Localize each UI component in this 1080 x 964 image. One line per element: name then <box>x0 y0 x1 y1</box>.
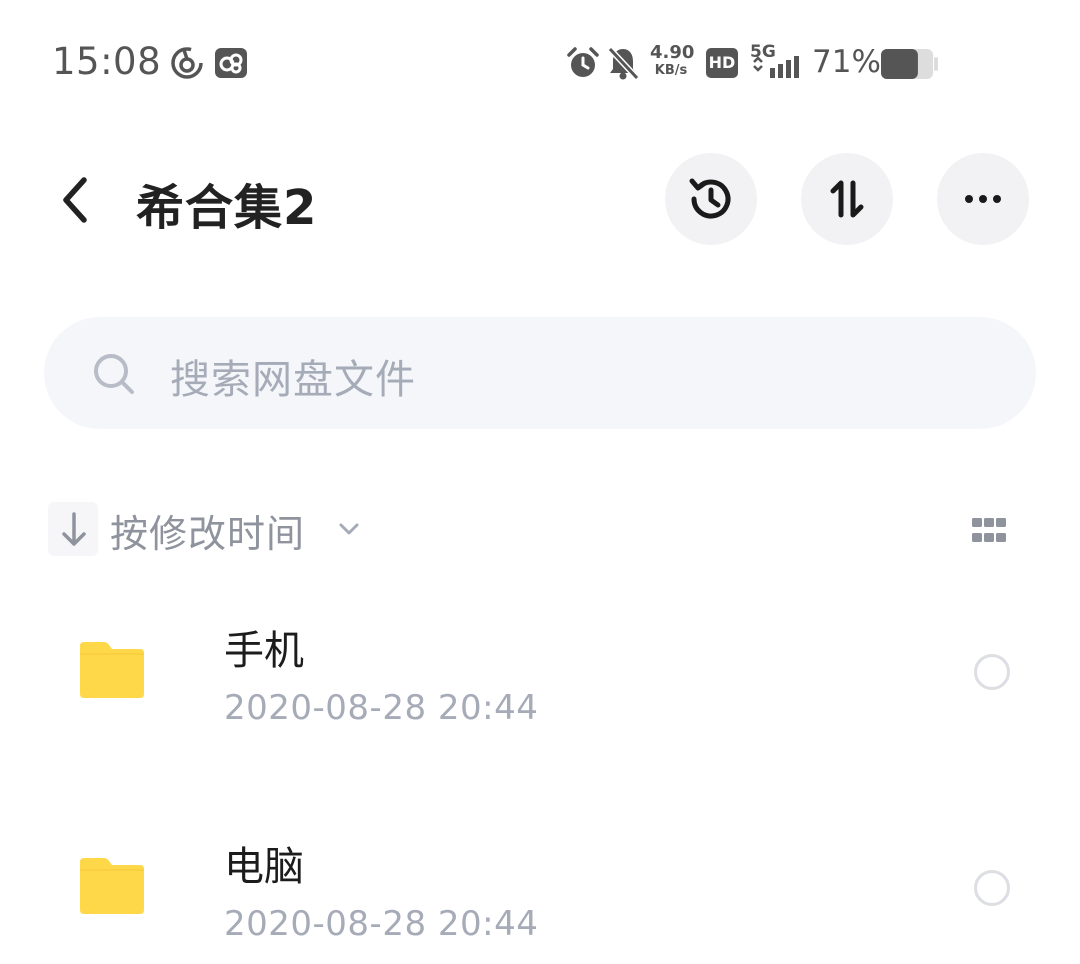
alarm-icon <box>567 47 599 77</box>
app-screen: 15:08 4.90 KB/s HD 5G 71% 希合集2 搜索网盘文件 按修… <box>0 0 1080 964</box>
file-name: 电脑 <box>224 844 304 890</box>
cloud-sync-app-icon <box>215 48 247 78</box>
battery-percent: 71% <box>812 44 881 80</box>
signal-bars-icon <box>753 56 799 78</box>
chevron-left-icon <box>63 177 87 223</box>
history-icon <box>689 178 731 219</box>
hd-icon: HD <box>706 48 738 78</box>
net-speed-unit: KB/s <box>654 63 688 78</box>
status-bar: 15:08 4.90 KB/s HD 5G 71% <box>0 0 1080 128</box>
grid-view-icon[interactable] <box>966 512 1012 548</box>
sort-swap-icon <box>830 180 864 218</box>
search-input[interactable]: 搜索网盘文件 <box>170 347 416 405</box>
file-name: 手机 <box>224 628 304 674</box>
file-modified-date: 2020-08-28 20:44 <box>224 688 539 728</box>
page-title: 希合集2 <box>136 180 318 236</box>
folder-icon <box>80 642 144 698</box>
sort-order-button[interactable] <box>801 153 893 245</box>
search-bar[interactable]: 搜索网盘文件 <box>44 317 1036 429</box>
sort-bar: 按修改时间 <box>48 500 1032 560</box>
mute-bell-icon <box>607 46 640 81</box>
file-modified-date: 2020-08-28 20:44 <box>224 904 539 944</box>
back-button[interactable] <box>48 170 104 230</box>
net-speed-indicator: 4.90 KB/s <box>650 42 695 78</box>
status-time: 15:08 <box>52 40 162 83</box>
sort-mode-dropdown[interactable]: 按修改时间 <box>110 503 305 558</box>
battery-icon <box>881 49 938 79</box>
chevron-down-icon[interactable] <box>336 516 362 542</box>
list-item[interactable]: 电脑 2020-08-28 20:44 <box>0 816 1080 964</box>
search-icon <box>92 352 136 396</box>
more-dots-icon <box>965 195 1001 203</box>
net-speed-value: 4.90 <box>650 42 695 63</box>
sort-direction-button[interactable] <box>48 502 98 556</box>
netease-music-icon <box>171 47 203 79</box>
more-options-button[interactable] <box>937 153 1029 245</box>
select-checkbox[interactable] <box>974 654 1010 690</box>
signal-5g-icon: 5G <box>750 44 806 80</box>
list-item[interactable]: 手机 2020-08-28 20:44 <box>0 600 1080 780</box>
folder-icon <box>80 858 144 914</box>
arrow-down-icon <box>62 512 86 546</box>
select-checkbox[interactable] <box>974 870 1010 906</box>
history-button[interactable] <box>665 153 757 245</box>
